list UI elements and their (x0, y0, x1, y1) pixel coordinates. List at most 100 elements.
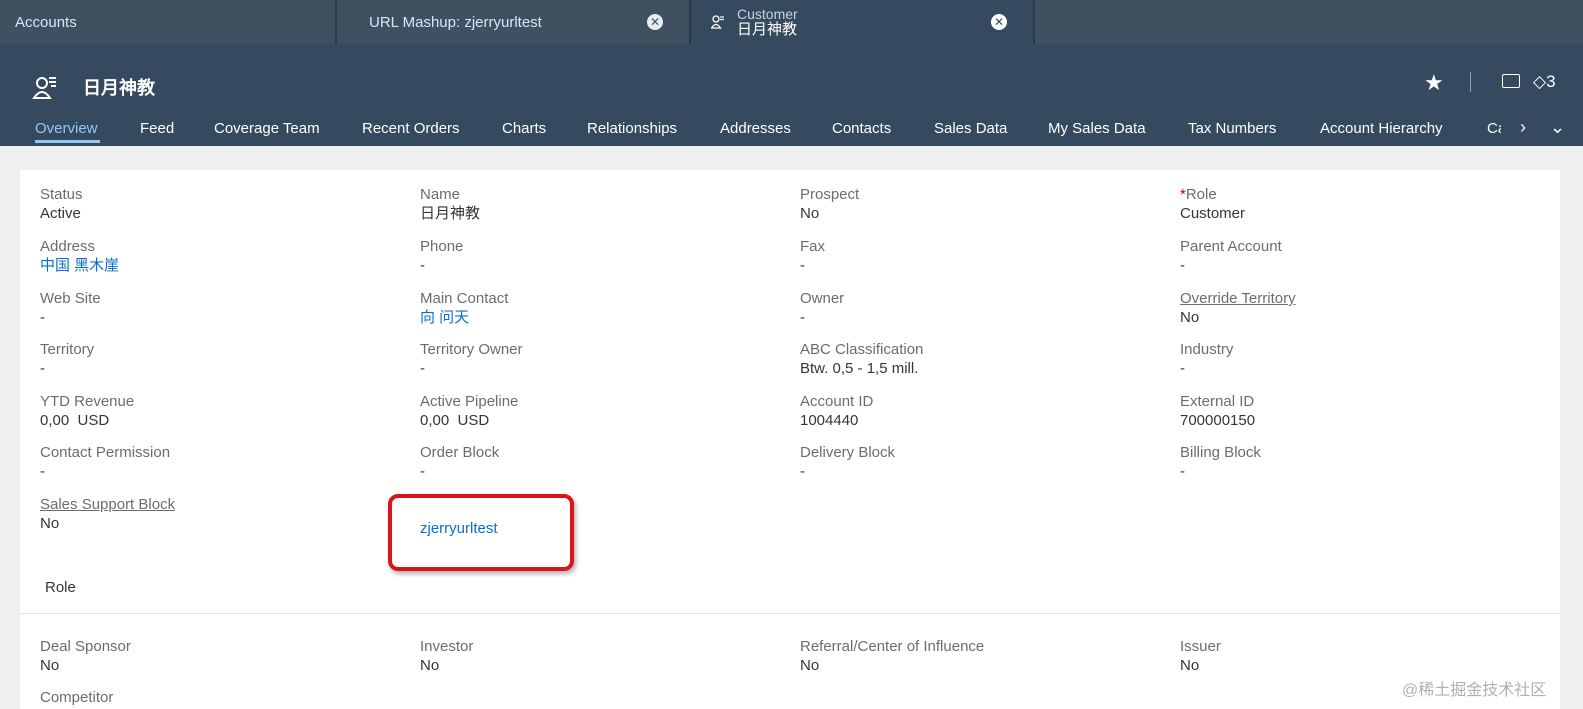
tab-relationships[interactable]: Relationships (587, 120, 677, 137)
field-deal-sponsor: Deal Sponsor No (40, 637, 131, 675)
divider (20, 613, 1560, 614)
window-tab-strip: Accounts URL Mashup: zjerryurltest ✕ Cus… (0, 0, 1583, 44)
field-label: Deal Sponsor (40, 638, 131, 655)
field-label: Status (40, 186, 83, 203)
tab-customer-type: Customer (737, 6, 798, 22)
tab-customer-name: 日月神教 (737, 21, 798, 38)
tag-counter[interactable]: ◇3 (1533, 72, 1556, 92)
field-abc-classification: ABC Classification Btw. 0,5 - 1,5 mill. (800, 340, 923, 378)
field-label: Contact Permission (40, 444, 171, 461)
field-label: Territory Owner (420, 341, 523, 358)
address-link[interactable]: 中国 黑木崖 (40, 256, 119, 275)
divider (1470, 72, 1471, 92)
field-label: Billing Block (1180, 444, 1261, 461)
field-label: ABC Classification (800, 341, 924, 358)
tab-tax-numbers[interactable]: Tax Numbers (1188, 120, 1276, 137)
tag-count: 3 (1546, 72, 1556, 91)
field-value: 1004440 (800, 412, 859, 429)
tab-contacts[interactable]: Contacts (832, 120, 891, 137)
field-label: Order Block (420, 444, 500, 461)
field-value: No (800, 657, 820, 674)
tab-truncated[interactable]: Ca (1487, 120, 1501, 137)
field-value: - (420, 463, 425, 480)
field-label: Delivery Block (800, 444, 896, 461)
field-value: 日月神教 (420, 205, 481, 222)
chevron-right-icon[interactable]: › (1520, 117, 1526, 138)
field-value: - (1180, 463, 1185, 480)
field-label: Territory (40, 341, 95, 358)
field-value: - (420, 360, 425, 377)
tab-coverage-team[interactable]: Coverage Team (214, 120, 320, 137)
field-label: Parent Account (1180, 238, 1282, 255)
close-icon[interactable]: ✕ (647, 14, 663, 30)
field-value: No (40, 515, 60, 532)
field-override-territory: Override Territory No (1180, 289, 1296, 327)
field-territory-owner: Territory Owner - (420, 340, 523, 378)
close-icon[interactable]: ✕ (991, 14, 1007, 30)
star-icon[interactable]: ★ (1424, 70, 1444, 96)
field-external-id: External ID 700000150 (1180, 392, 1255, 430)
field-label: Referral/Center of Influence (800, 638, 985, 655)
field-label: Account ID (800, 393, 874, 410)
tab-my-sales-data[interactable]: My Sales Data (1048, 120, 1146, 137)
highlight-annotation (388, 494, 574, 571)
field-label: External ID (1180, 393, 1255, 410)
page-title: 日月神教 (83, 78, 155, 98)
tab-recent-orders[interactable]: Recent Orders (362, 120, 460, 137)
field-issuer: Issuer No (1180, 637, 1221, 675)
field-value: - (800, 463, 805, 480)
field-label: Issuer (1180, 638, 1221, 655)
field-label: Active Pipeline (420, 393, 519, 410)
active-tab-indicator (35, 140, 100, 143)
main-contact-link[interactable]: 向 问天 (420, 308, 508, 327)
field-order-block: Order Block - (420, 443, 499, 481)
field-delivery-block: Delivery Block - (800, 443, 895, 481)
field-sales-support-block: Sales Support Block No (40, 495, 175, 533)
field-value: No (420, 657, 440, 674)
overview-panel: Status Active Name 日月神教 Prospect No *Rol… (20, 170, 1560, 709)
override-territory-label[interactable]: Override Territory (1180, 289, 1296, 308)
field-value: - (40, 463, 45, 480)
field-territory: Territory - (40, 340, 94, 378)
field-value: No (1180, 657, 1200, 674)
tab-sales-data[interactable]: Sales Data (934, 120, 1007, 137)
field-ytd-revenue: YTD Revenue 0,00 USD (40, 392, 134, 430)
field-label: Owner (800, 290, 845, 307)
field-value: - (40, 309, 45, 326)
field-role: *Role Customer (1180, 185, 1245, 223)
field-main-contact: Main Contact 向 问天 (420, 289, 508, 327)
field-label: Prospect (800, 186, 860, 203)
tab-url-mashup[interactable]: URL Mashup: zjerryurltest ✕ (343, 0, 691, 44)
field-phone: Phone - (420, 237, 463, 275)
tab-url-mashup-label: URL Mashup: zjerryurltest (369, 13, 542, 31)
field-value: No (40, 657, 60, 674)
field-label: Main Contact (420, 290, 509, 307)
field-status: Status Active (40, 185, 83, 223)
tab-overview[interactable]: Overview (35, 120, 98, 137)
field-investor: Investor No (420, 637, 473, 675)
tab-account-hierarchy[interactable]: Account Hierarchy (1320, 120, 1443, 137)
field-account-id: Account ID 1004440 (800, 392, 873, 430)
tab-feed[interactable]: Feed (140, 120, 174, 137)
sales-support-block-label[interactable]: Sales Support Block (40, 495, 175, 514)
comment-icon[interactable] (1502, 74, 1520, 88)
tag-icon: ◇ (1533, 72, 1547, 91)
field-label: Phone (420, 238, 464, 255)
field-value: Active (40, 205, 81, 222)
field-value: - (800, 309, 805, 326)
field-value: No (1180, 309, 1200, 326)
tab-addresses[interactable]: Addresses (720, 120, 791, 137)
field-label: Name (420, 186, 461, 203)
field-value: No (800, 205, 820, 222)
tab-accounts[interactable]: Accounts (0, 0, 337, 44)
field-referral: Referral/Center of Influence No (800, 637, 984, 675)
tab-charts[interactable]: Charts (502, 120, 546, 137)
chevron-down-icon[interactable]: ⌄ (1550, 117, 1565, 138)
tab-customer[interactable]: Customer 日月神教 ✕ (691, 0, 1035, 44)
field-label: Industry (1180, 341, 1234, 358)
section-title-role: Role (45, 579, 76, 596)
tab-accounts-label: Accounts (15, 13, 77, 31)
field-industry: Industry - (1180, 340, 1233, 378)
field-label: Web Site (40, 290, 101, 307)
field-prospect: Prospect No (800, 185, 859, 223)
